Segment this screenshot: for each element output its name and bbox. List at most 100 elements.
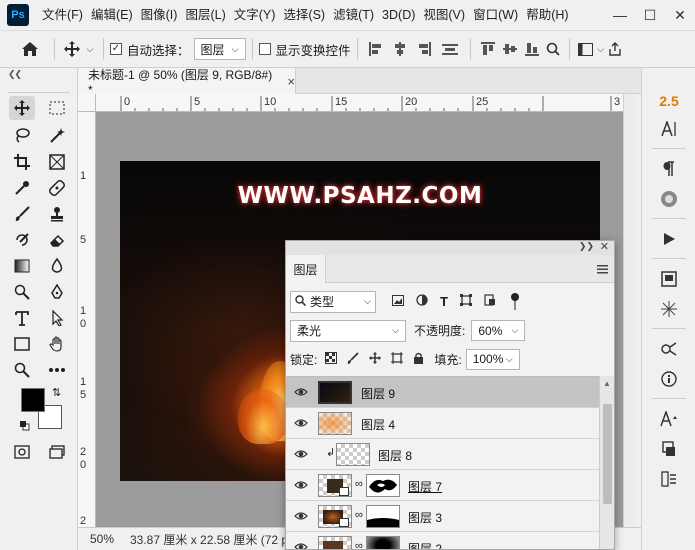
auto-select-target-select[interactable]: 图层 ⌵ <box>193 38 246 60</box>
filter-smart-object-icon[interactable] <box>484 294 496 309</box>
scrollbar-thumb[interactable] <box>603 404 612 504</box>
layer-name[interactable]: 图层 8 <box>378 447 412 464</box>
lasso-tool-icon[interactable] <box>9 123 35 147</box>
filter-adjustment-icon[interactable] <box>416 294 428 309</box>
eyedropper-icon[interactable] <box>9 176 35 200</box>
link-icon[interactable]: ∞ <box>355 540 363 549</box>
blend-mode-select[interactable]: 柔光 ⌵ <box>290 319 406 342</box>
zoom-tool-icon[interactable] <box>9 358 35 382</box>
layer-row-9[interactable]: 图层 9 <box>286 377 599 408</box>
document-tab[interactable]: 未标题-1 @ 50% (图层 9, RGB/8#) * × <box>78 68 296 97</box>
brush-size-value[interactable]: 2.5 <box>650 88 688 114</box>
ruler-origin[interactable] <box>78 94 96 112</box>
eye-visibility-icon[interactable] <box>294 417 308 429</box>
layers-scrollbar[interactable]: ▲ <box>599 376 614 549</box>
align-bottom-icon[interactable] <box>521 42 543 56</box>
foreground-color-swatch[interactable] <box>21 388 45 412</box>
move-tool-icon[interactable] <box>9 96 35 120</box>
frame-tool-icon[interactable] <box>44 150 70 174</box>
menu-edit[interactable]: 编辑(E) <box>87 0 137 30</box>
color-wheel-icon[interactable] <box>650 186 688 212</box>
crop-tool-icon[interactable] <box>9 150 35 174</box>
play-actions-icon[interactable] <box>650 226 688 252</box>
close-window-button[interactable]: ✕ <box>665 0 695 30</box>
layer-name[interactable]: 图层 3 <box>408 509 442 526</box>
link-icon[interactable]: ∞ <box>355 509 363 521</box>
character-panel-icon[interactable] <box>650 116 688 142</box>
show-transform-checkbox[interactable] <box>258 43 271 55</box>
eye-visibility-icon[interactable] <box>294 386 308 398</box>
collapse-panel-icon[interactable]: ❯❯ <box>579 241 594 252</box>
filter-shape-icon[interactable] <box>459 294 472 309</box>
workspace-icon[interactable] <box>576 42 596 56</box>
layer-name[interactable]: 图层 9 <box>361 385 395 402</box>
minimize-button[interactable]: — <box>605 0 635 30</box>
layer-row-8[interactable]: ↲ 图层 8 <box>286 439 599 470</box>
menu-layer[interactable]: 图层(L) <box>181 0 229 30</box>
home-icon[interactable] <box>12 34 48 64</box>
menu-window[interactable]: 窗口(W) <box>469 0 522 30</box>
hand-tool-icon[interactable] <box>44 332 70 356</box>
eye-visibility-icon[interactable] <box>294 479 308 491</box>
panel-title-bar[interactable]: ❯❯ ✕ <box>286 241 614 255</box>
layer-name[interactable]: 图层 4 <box>361 416 395 433</box>
menu-type[interactable]: 文字(Y) <box>230 0 280 30</box>
link-icon[interactable]: ∞ <box>355 478 363 490</box>
layer-name[interactable]: 图层 2 <box>408 540 442 549</box>
align-middle-v-icon[interactable] <box>499 42 521 56</box>
panel-menu-icon[interactable] <box>597 263 608 277</box>
menu-view[interactable]: 视图(V) <box>419 0 469 30</box>
lock-artboard-icon[interactable] <box>391 351 404 367</box>
auto-select-checkbox[interactable]: ✓ <box>110 43 122 55</box>
workspace-chevron-down-icon[interactable]: ⌵ <box>596 44 606 55</box>
opacity-input[interactable]: 60% ⌵ <box>471 320 526 341</box>
pen-tool-icon[interactable] <box>44 280 70 304</box>
tool-preset-chevron-down-icon[interactable]: ⌵ <box>83 34 97 64</box>
menu-image[interactable]: 图像(I) <box>137 0 182 30</box>
menu-file[interactable]: 文件(F) <box>38 0 87 30</box>
close-panel-icon[interactable]: ✕ <box>600 241 609 253</box>
default-colors-icon[interactable] <box>20 420 30 431</box>
quick-mask-icon[interactable] <box>9 440 35 464</box>
eye-visibility-icon[interactable] <box>294 448 308 460</box>
layer-filter-select[interactable]: 类型 ⌵ <box>290 290 376 313</box>
layer-mask-thumbnail[interactable] <box>366 505 400 528</box>
clone-stamp-icon[interactable] <box>44 202 70 226</box>
timeline-panel-icon[interactable] <box>650 466 688 492</box>
glyphs-panel-icon[interactable] <box>650 406 688 432</box>
path-selection-icon[interactable] <box>44 306 70 330</box>
align-right-icon[interactable] <box>412 42 436 56</box>
eye-visibility-icon[interactable] <box>294 541 308 550</box>
layer-mask-thumbnail[interactable] <box>366 474 400 497</box>
move-tool-icon[interactable] <box>61 34 83 64</box>
layer-mask-thumbnail[interactable] <box>366 536 400 549</box>
layer-row-7[interactable]: ∞ 图层 7 <box>286 470 599 501</box>
blur-tool-icon[interactable] <box>44 254 70 278</box>
layer-name[interactable]: 图层 7 <box>408 478 442 495</box>
brushes-panel-icon[interactable] <box>650 296 688 322</box>
adjustments-panel-icon[interactable] <box>650 336 688 362</box>
share-icon[interactable] <box>606 42 624 56</box>
vertical-ruler[interactable]: 1 5 1 0 1 5 2 0 2 <box>78 112 96 527</box>
paragraph-panel-icon[interactable] <box>650 156 688 182</box>
filter-toggle-icon[interactable] <box>508 292 522 312</box>
menu-filter[interactable]: 滤镜(T) <box>329 0 378 30</box>
align-left-icon[interactable] <box>364 42 388 56</box>
brush-tool-icon[interactable] <box>9 202 35 226</box>
filter-pixel-icon[interactable] <box>392 294 404 309</box>
lock-transparency-icon[interactable] <box>325 351 338 367</box>
clone-source-icon[interactable] <box>650 436 688 462</box>
layer-row-4[interactable]: 图层 4 <box>286 408 599 439</box>
menu-select[interactable]: 选择(S) <box>279 0 329 30</box>
lock-pixels-icon[interactable] <box>347 351 359 367</box>
collapse-toolbar-icon[interactable]: ❮❮ <box>8 69 22 80</box>
fill-input[interactable]: 100% ⌵ <box>465 348 520 370</box>
dodge-tool-icon[interactable] <box>9 280 35 304</box>
zoom-level[interactable]: 50% <box>90 532 130 546</box>
layer-row-3[interactable]: ∞ 图层 3 <box>286 501 599 532</box>
lock-position-icon[interactable] <box>369 351 382 367</box>
close-icon[interactable]: × <box>287 74 295 89</box>
search-icon[interactable] <box>543 42 563 56</box>
swap-colors-icon[interactable]: ⇅ <box>52 386 61 399</box>
distribute-icon[interactable] <box>436 42 464 56</box>
